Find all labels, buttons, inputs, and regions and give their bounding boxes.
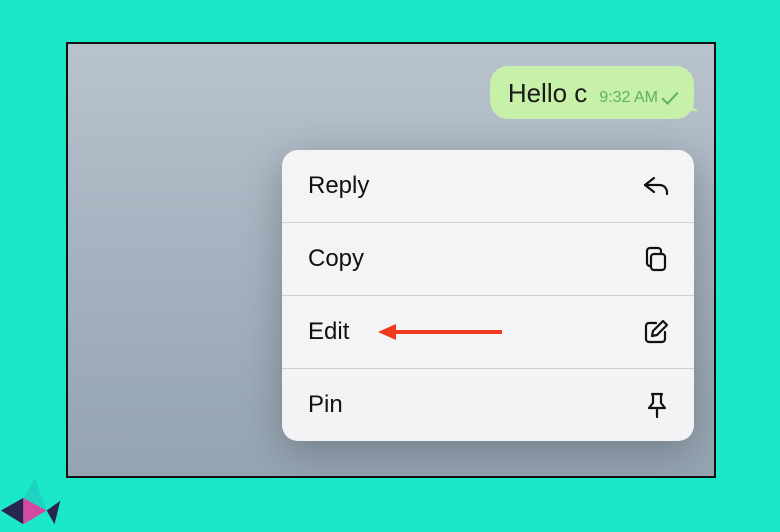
site-logo-icon bbox=[0, 454, 74, 532]
menu-item-reply[interactable]: Reply bbox=[282, 150, 694, 223]
bubble-tail-icon bbox=[682, 95, 700, 113]
screenshot-frame: Hello c 9:32 AM Reply Copy bbox=[66, 42, 716, 478]
annotation-arrow-icon bbox=[374, 320, 504, 344]
message-meta: 9:32 AM bbox=[599, 89, 680, 107]
copy-icon bbox=[642, 245, 670, 273]
message-timestamp: 9:32 AM bbox=[599, 89, 658, 107]
edit-icon bbox=[642, 318, 670, 346]
menu-item-copy[interactable]: Copy bbox=[282, 223, 694, 296]
reply-icon bbox=[642, 174, 670, 198]
menu-item-edit[interactable]: Edit bbox=[282, 296, 694, 369]
menu-item-label: Edit bbox=[308, 318, 349, 346]
message-text: Hello c bbox=[508, 78, 587, 109]
menu-item-label: Copy bbox=[308, 245, 364, 273]
menu-item-pin[interactable]: Pin bbox=[282, 369, 694, 441]
menu-item-label: Pin bbox=[308, 391, 343, 419]
message-bubble-outgoing[interactable]: Hello c 9:32 AM bbox=[490, 66, 694, 119]
menu-item-label: Reply bbox=[308, 172, 369, 200]
message-context-menu: Reply Copy Edit bbox=[282, 150, 694, 441]
checkmark-icon bbox=[660, 90, 680, 106]
pin-icon bbox=[644, 391, 670, 419]
